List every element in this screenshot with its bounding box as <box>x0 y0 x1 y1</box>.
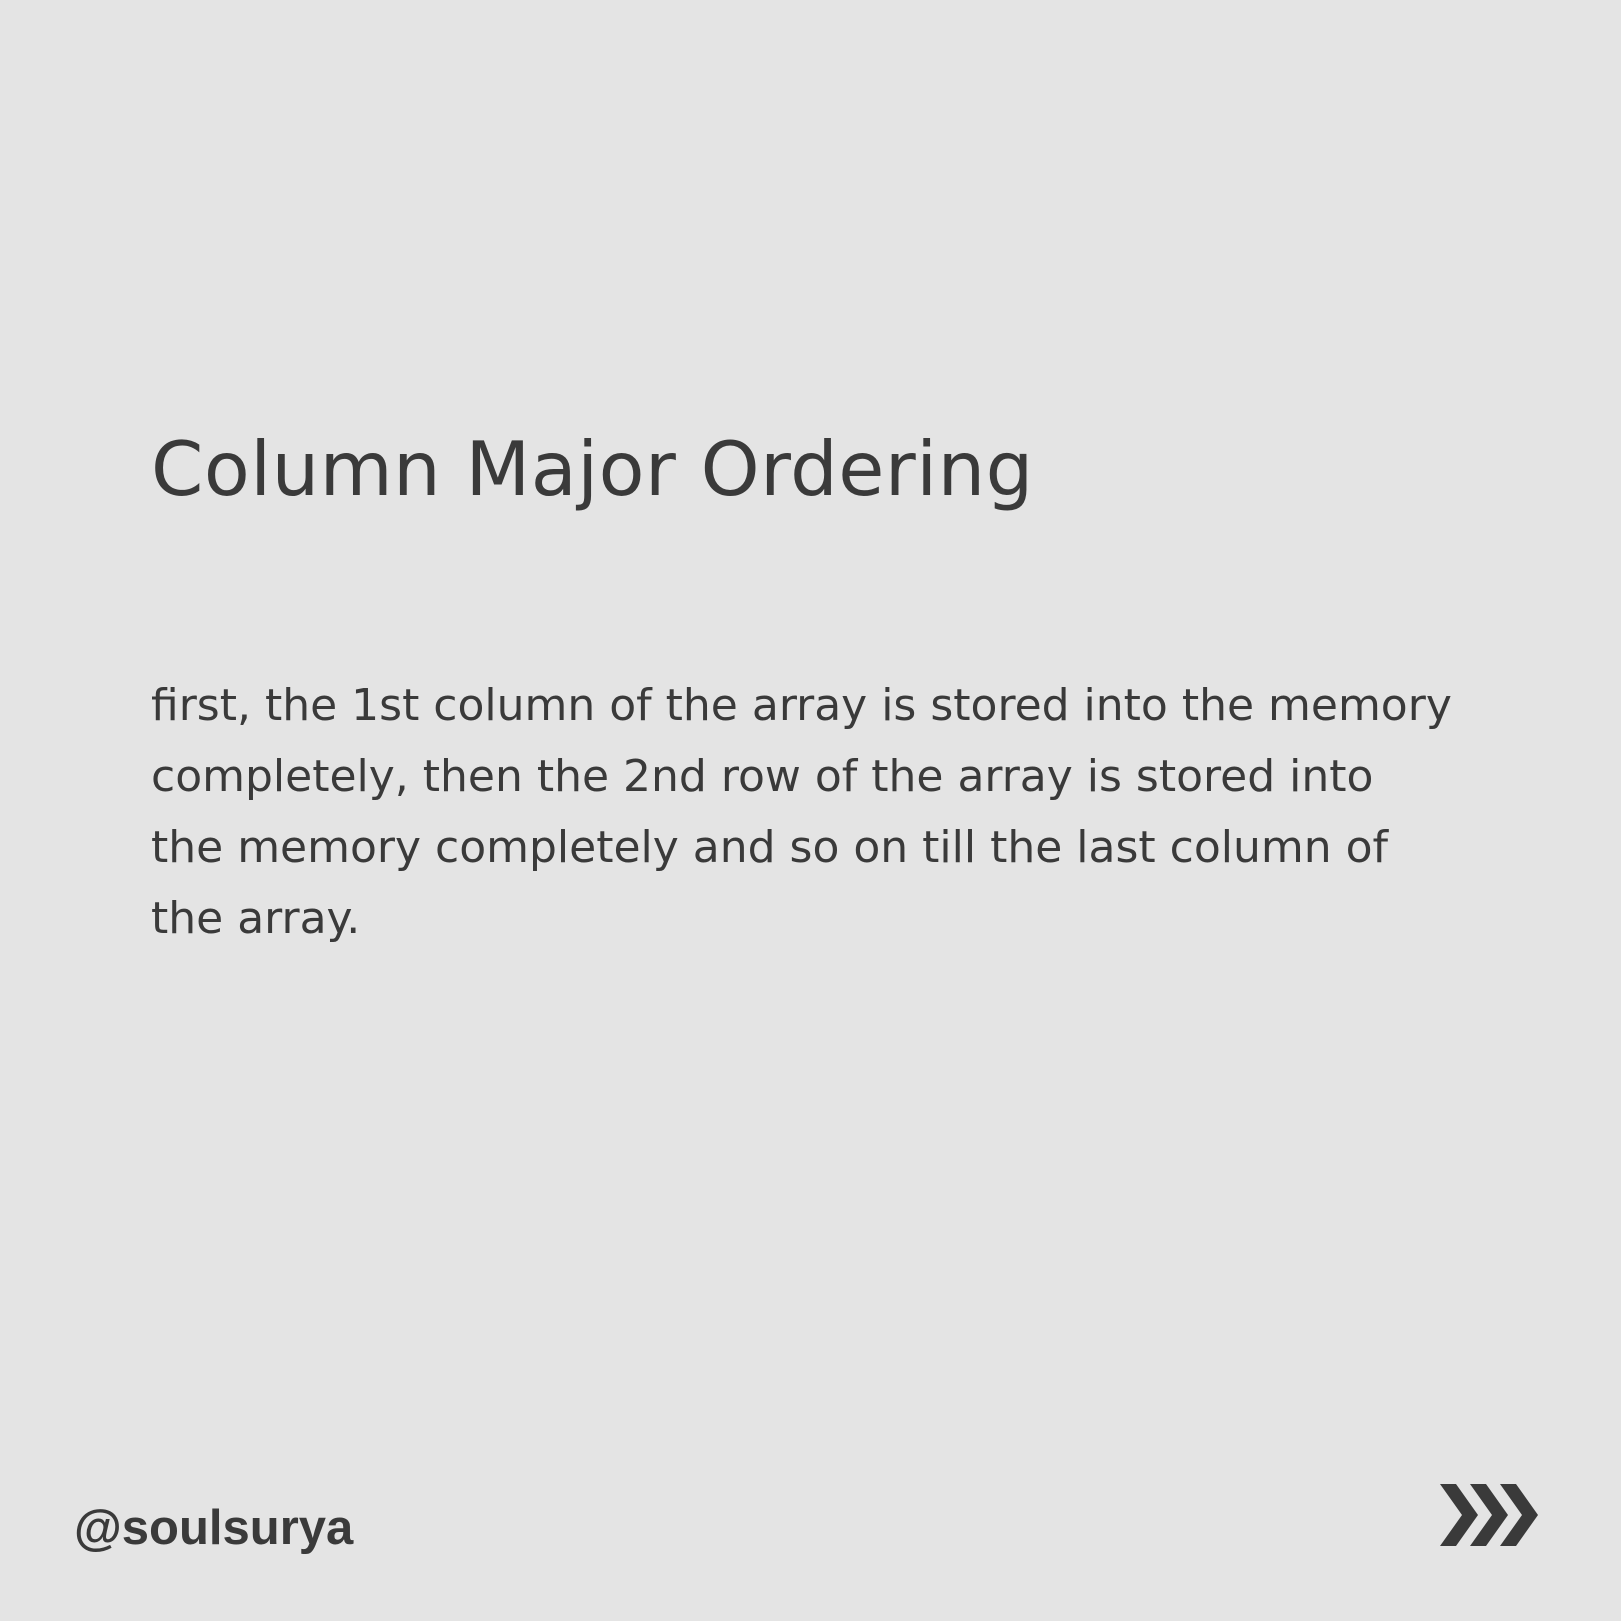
slide: Column Major Ordering first, the 1st col… <box>0 0 1621 1621</box>
body-line: completely, then the 2nd row of the arra… <box>151 751 1374 802</box>
author-handle: @soulsurya <box>74 1501 354 1555</box>
body-line: the memory completely and so on till the… <box>151 822 1389 873</box>
triple-chevron-right-icon[interactable] <box>1440 1484 1545 1546</box>
slide-title: Column Major Ordering <box>151 425 1034 513</box>
body-line: first, the 1st column of the array is st… <box>151 680 1452 731</box>
slide-body: first, the 1st column of the array is st… <box>151 670 1511 954</box>
body-line: the array. <box>151 893 361 944</box>
